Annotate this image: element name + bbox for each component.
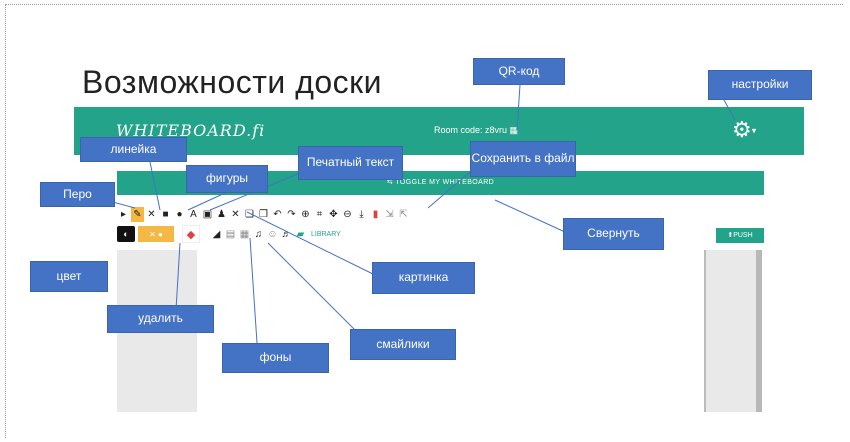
callout-collapse: Свернуть: [563, 218, 664, 250]
callout-save: Сохранить в файл: [470, 141, 576, 177]
line-shapes: [187, 192, 226, 211]
callout-lines: [97, 84, 736, 344]
callout-backgrounds: фоны: [222, 343, 329, 373]
callout-color: цвет: [30, 261, 108, 292]
callout-picture: картинка: [372, 262, 475, 294]
callout-text: Печатный текст: [298, 146, 403, 180]
line-delete: [175, 242, 181, 311]
line-ruler: [149, 161, 161, 211]
line-settings: [723, 99, 736, 121]
line-collapse: [494, 199, 566, 233]
callout-delete: удалить: [107, 305, 214, 333]
callout-pen: Перо: [40, 182, 115, 207]
callout-shapes: фигуры: [186, 165, 268, 193]
line-emoji: [267, 242, 361, 336]
callout-emoji: смайлики: [350, 329, 456, 360]
line-backgrounds: [249, 237, 258, 344]
callout-settings: настройки: [708, 70, 812, 100]
callout-qr: QR-код: [473, 58, 565, 85]
callout-ruler: линейка: [80, 137, 187, 162]
line-qr: [516, 84, 521, 131]
line-picture: [246, 211, 376, 276]
line-save: [427, 171, 471, 209]
